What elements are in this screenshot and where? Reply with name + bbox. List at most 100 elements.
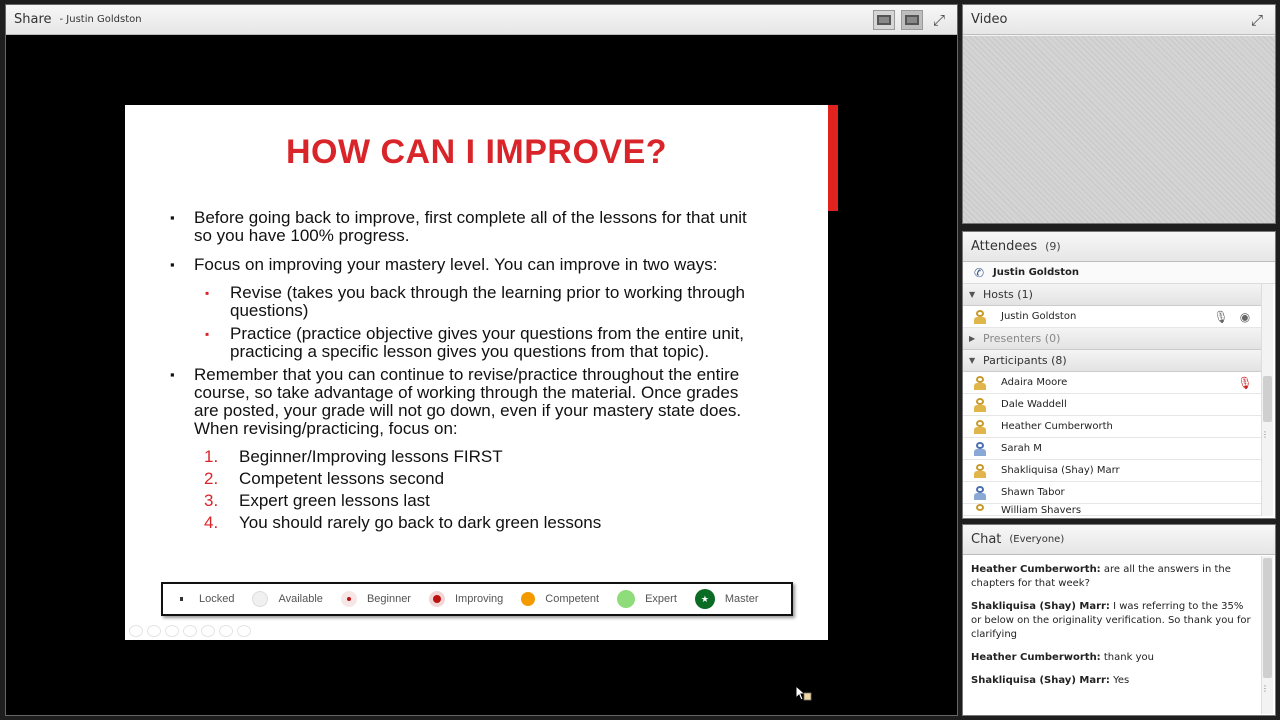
expand-arrow-icon: ▼ [969,356,976,365]
chat-scope: (Everyone) [1009,534,1065,545]
video-header: Video ⤢ [963,5,1275,35]
chat-message: Shakliquisa (Shay) Marr: Yes [971,674,1253,688]
legend-label: Expert [645,593,677,605]
participant-user-icon [973,397,987,412]
zoom-icon[interactable] [201,625,215,637]
chat-sender: Heather Cumberworth: [971,564,1101,575]
ordered-num: 4. [204,513,219,532]
ordered-text: Competent lessons second [239,469,445,488]
chat-text: Yes [1113,675,1130,686]
participant-user-icon [973,419,987,434]
legend-improving: Improving [428,591,503,607]
full-screen-view-button[interactable] [901,10,923,30]
webcam-icon[interactable]: ◉ [1237,309,1253,325]
master-star-icon: ★ [694,589,715,609]
ordered-item: 3. Expert green lessons last [167,492,767,510]
hosts-section[interactable]: ▼ Hosts (1) [963,284,1261,306]
microphone-icon[interactable]: 🎙 [1213,309,1229,325]
bullet-item: Before going back to improve, first comp… [167,209,767,245]
bullet-item: Focus on improving your mastery level. Y… [167,256,767,275]
legend-available: Available [252,591,323,607]
ordered-num: 1. [204,447,219,466]
pointer-icon[interactable] [165,625,179,637]
chat-message: Heather Cumberworth: thank you [971,651,1253,665]
microphone-muted-icon[interactable]: 🎙 [1237,375,1253,391]
attendees-pod: Attendees (9) ✆ Justin Goldston ▼ Hosts … [962,231,1276,519]
share-toolbar: ⤢ [873,10,949,30]
participant-user-icon [973,375,987,390]
attendee-row[interactable]: William Shavers [963,504,1261,516]
current-user-row[interactable]: ✆ Justin Goldston [963,262,1275,284]
chat-text: thank you [1103,652,1154,663]
row-status: 🎙 ◉ [1213,309,1253,325]
expert-icon [617,590,636,608]
video-area [963,36,1275,223]
slide-body: Before going back to improve, first comp… [167,209,767,536]
attendee-row[interactable]: Heather Cumberworth [963,416,1261,438]
chat-sender: Heather Cumberworth: [971,652,1101,663]
grid-icon[interactable] [219,625,233,637]
attendee-row[interactable]: Justin Goldston 🎙 ◉ [963,306,1261,328]
grip-icon[interactable]: ⋮ [1261,684,1269,693]
scrollbar-thumb[interactable] [1263,376,1272,422]
legend-competent: Competent [521,592,599,606]
attendee-row[interactable]: Sarah M [963,438,1261,460]
attendee-name: Shawn Tabor [1001,487,1065,498]
attendee-row[interactable]: Shawn Tabor [963,482,1261,504]
more-icon[interactable] [237,625,251,637]
video-title: Video [971,12,1008,27]
scrollbar-thumb[interactable] [1263,558,1272,678]
nav-prev-icon[interactable] [129,625,143,637]
expand-arrow-icon: ▼ [969,290,976,299]
share-pod: Share - Justin Goldston ⤢ HOW CAN I IMPR… [5,4,958,716]
attendee-row[interactable]: Dale Waddell [963,394,1261,416]
beginner-icon [340,591,357,607]
legend-beginner: Beginner [340,591,411,607]
competent-icon [521,592,536,606]
ordered-text: You should rarely go back to dark green … [239,513,602,532]
chat-title: Chat [971,532,1002,547]
copy-icon[interactable] [183,625,197,637]
attendee-row[interactable]: Shakliquisa (Shay) Marr [963,460,1261,482]
legend-expert: Expert [617,590,677,608]
presenter-name: - Justin Goldston [59,14,142,25]
attendees-title: Attendees [971,239,1038,254]
chat-scrollbar[interactable]: ⋮ [1261,556,1273,714]
hosts-label: Hosts (1) [983,288,1033,301]
attendees-scrollbar[interactable]: ⋮ [1261,284,1273,516]
attendee-row[interactable]: Adaira Moore 🎙 [963,372,1261,394]
participants-label: Participants (8) [983,354,1067,367]
grip-icon[interactable]: ⋮ [1261,430,1269,439]
screen-icon [877,15,891,25]
participants-section[interactable]: ▼ Participants (8) [963,350,1261,372]
legend-label: Competent [545,593,600,605]
slide-title: HOW CAN I IMPROVE? [285,133,668,171]
legend-label: Available [278,593,323,605]
attendee-name: Shakliquisa (Shay) Marr [1001,465,1120,476]
presentation-slide: HOW CAN I IMPROVE? Before going back to … [125,105,838,701]
chat-sender: Shakliquisa (Shay) Marr: [971,601,1110,612]
attendee-name: William Shavers [1001,505,1082,516]
mouse-cursor-icon [795,685,812,701]
fit-width-button[interactable] [873,10,895,30]
chat-pod: Chat (Everyone) Heather Cumberworth: are… [962,524,1276,716]
legend-label: Beginner [366,593,411,605]
fullscreen-icon[interactable]: ⤢ [1247,10,1267,30]
bullet-item: Remember that you can continue to revise… [167,366,767,438]
legend-label: Locked [199,593,235,605]
attendees-count: (9) [1045,240,1061,253]
ordered-num: 2. [204,469,219,488]
chat-header: Chat (Everyone) [963,525,1275,555]
screen-icon [905,15,919,25]
participant-user-icon [973,463,987,478]
presenters-section[interactable]: ▶ Presenters (0) [963,328,1261,350]
ordered-item: 4. You should rarely go back to dark gree… [167,514,767,532]
ordered-text: Beginner/Improving lessons FIRST [239,447,503,466]
ordered-list: 1. Beginner/Improving lessons FIRST 2. Com… [167,448,767,532]
fullscreen-icon[interactable]: ⤢ [929,10,949,30]
improving-icon [428,591,445,607]
sub-bullet-item: Revise (takes you back through the learn… [167,284,767,320]
presenters-label: Presenters (0) [983,332,1061,345]
share-header: Share - Justin Goldston ⤢ [6,5,957,35]
nav-next-icon[interactable] [147,625,161,637]
